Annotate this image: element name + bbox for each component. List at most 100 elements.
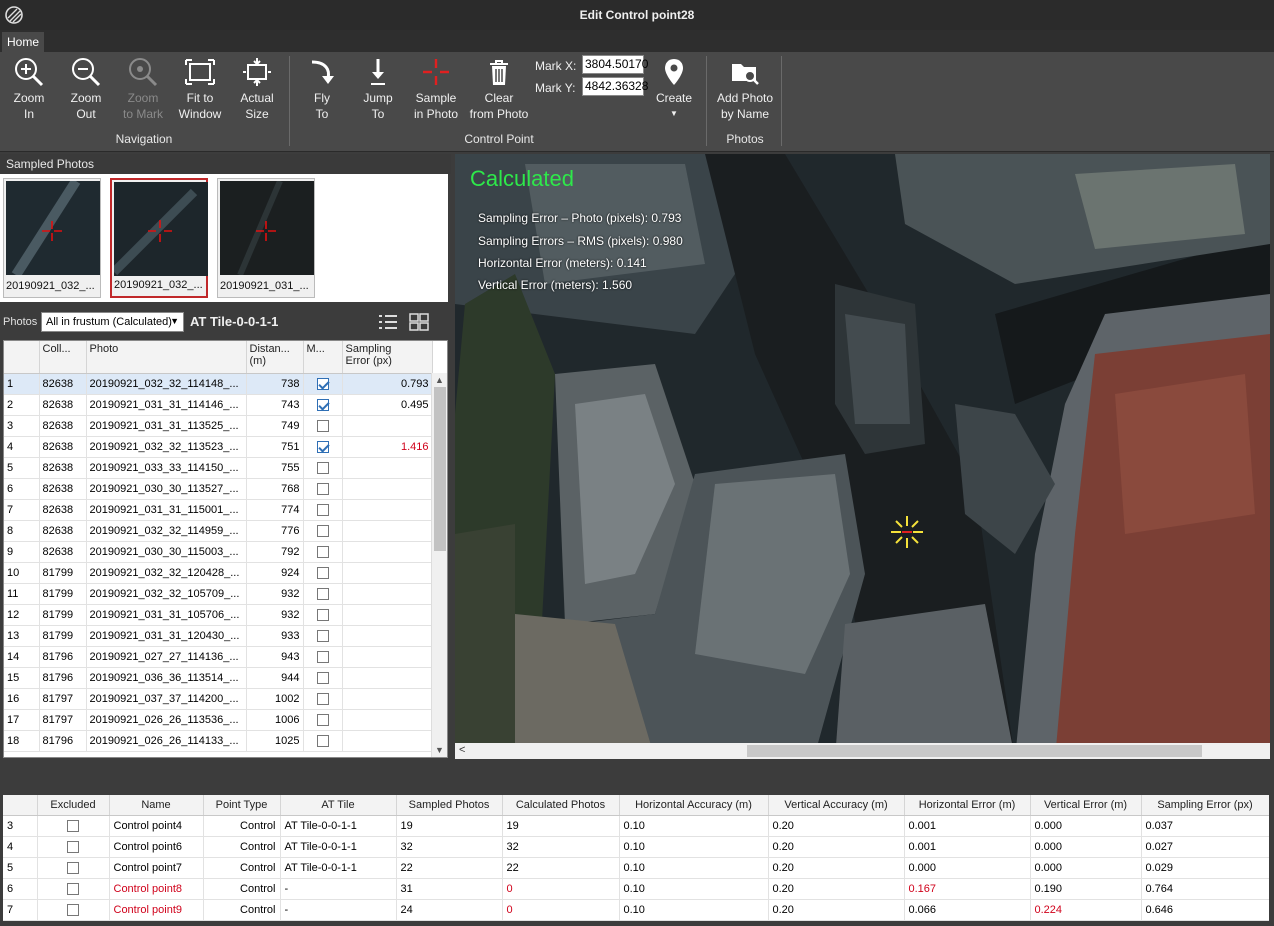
scrollbar-thumb[interactable] bbox=[747, 745, 1202, 757]
table-row[interactable]: 7 Control point9 Control -24 0 0.10 0.20 0.066 0… bbox=[3, 899, 1269, 921]
measured-checkbox[interactable] bbox=[316, 587, 329, 600]
measured-checkbox[interactable] bbox=[316, 566, 329, 579]
column-header-sampled-photos[interactable]: Sampled Photos bbox=[396, 795, 503, 816]
name-cell: Control point8 bbox=[109, 878, 204, 900]
thumbnail-view-icon[interactable] bbox=[408, 312, 430, 332]
table-row[interactable]: 8 82638 20190921_032_32_114959_... 776 bbox=[4, 520, 433, 542]
mark-x-input[interactable]: 3804.50170 bbox=[582, 55, 648, 74]
table-row[interactable]: 1 82638 20190921_032_32_114148_... 738 0.793 bbox=[4, 373, 433, 395]
photo-thumbnail[interactable]: 20190921_032_... bbox=[3, 178, 101, 298]
table-row[interactable]: 17 81797 20190921_026_26_113536_... 1006 bbox=[4, 709, 433, 731]
measured-checkbox[interactable] bbox=[316, 545, 329, 558]
column-header-sampling-error[interactable]: Sampling Error (px) bbox=[1141, 795, 1269, 816]
scroll-left-icon[interactable]: < bbox=[459, 744, 465, 756]
scrollbar-thumb[interactable] bbox=[434, 387, 446, 551]
jump-to-button[interactable]: Jump To bbox=[356, 56, 400, 128]
column-header-excluded[interactable]: Excluded bbox=[37, 795, 110, 816]
measured-checkbox[interactable] bbox=[316, 713, 329, 726]
column-header-vertical-error[interactable]: Vertical Error (m) bbox=[1030, 795, 1142, 816]
zoom-in-button[interactable]: Zoom In bbox=[8, 56, 50, 128]
table-row[interactable]: 18 81796 20190921_026_26_114133_... 1025 bbox=[4, 730, 433, 752]
table-row[interactable]: 16 81797 20190921_037_37_114200_... 1002 bbox=[4, 688, 433, 710]
create-button[interactable]: Create ▼ bbox=[652, 56, 696, 128]
column-header-measured[interactable]: M... bbox=[303, 341, 343, 374]
table-row[interactable]: 14 81796 20190921_027_27_114136_... 943 bbox=[4, 646, 433, 668]
actual-size-button[interactable]: Actual Size bbox=[234, 56, 280, 128]
measured-checkbox[interactable] bbox=[316, 692, 329, 705]
column-header-calculated-photos[interactable]: Calculated Photos bbox=[502, 795, 620, 816]
list-view-icon[interactable] bbox=[377, 312, 399, 332]
measured-cell bbox=[303, 478, 343, 500]
sampling-error-cell bbox=[342, 520, 433, 542]
measured-checkbox[interactable] bbox=[316, 419, 329, 432]
photos-filter-select[interactable]: All in frustum (Calculated) ▼ bbox=[41, 312, 184, 332]
table-row[interactable]: 3 Control point4 Control AT Tile-0-0-1-1 19 1… bbox=[3, 815, 1269, 837]
table-row[interactable]: 9 82638 20190921_030_30_115003_... 792 bbox=[4, 541, 433, 563]
sample-in-photo-button[interactable]: Sample in Photo bbox=[410, 56, 462, 128]
photos-filter-value: All in frustum (Calculated) bbox=[46, 316, 172, 328]
photo-viewer[interactable]: Calculated Sampling Error – Photo (pixel… bbox=[455, 154, 1270, 759]
horizontal-accuracy-cell: 0.10 bbox=[619, 815, 769, 837]
fly-to-button[interactable]: Fly To bbox=[302, 56, 342, 128]
measured-checkbox[interactable] bbox=[316, 503, 329, 516]
column-header-at-tile[interactable]: AT Tile bbox=[280, 795, 397, 816]
table-row[interactable]: 5 82638 20190921_033_33_114150_... 755 bbox=[4, 457, 433, 479]
scroll-down-icon[interactable]: ▼ bbox=[435, 745, 444, 755]
table-row[interactable]: 7 82638 20190921_031_31_115001_... 774 bbox=[4, 499, 433, 521]
table-row[interactable]: 12 81799 20190921_031_31_105706_... 932 bbox=[4, 604, 433, 626]
table-row[interactable]: 6 Control point8 Control -31 0 0.10 0.20 0.167 0… bbox=[3, 878, 1269, 900]
table-row[interactable]: 4 Control point6 Control AT Tile-0-0-1-1 32 3… bbox=[3, 836, 1269, 858]
measured-checkbox[interactable] bbox=[316, 482, 329, 495]
measured-checkbox[interactable] bbox=[316, 671, 329, 684]
column-header-photo[interactable]: Photo bbox=[86, 341, 247, 374]
excluded-checkbox[interactable] bbox=[67, 861, 79, 874]
zoom-to-mark-button[interactable]: Zoom to Mark bbox=[118, 56, 168, 128]
table-row[interactable]: 4 82638 20190921_032_32_113523_... 751 1.416 bbox=[4, 436, 433, 458]
measured-checkbox[interactable] bbox=[316, 440, 329, 453]
photos-vertical-scrollbar[interactable]: ▲ ▼ bbox=[431, 373, 447, 757]
fit-to-window-button[interactable]: Fit to Window bbox=[176, 56, 224, 128]
excluded-checkbox[interactable] bbox=[67, 819, 79, 832]
column-header-horizontal-accuracy[interactable]: Horizontal Accuracy (m) bbox=[619, 795, 769, 816]
measured-checkbox[interactable] bbox=[316, 734, 329, 747]
excluded-checkbox[interactable] bbox=[67, 903, 79, 916]
table-row[interactable]: 6 82638 20190921_030_30_113527_... 768 bbox=[4, 478, 433, 500]
photo-cell: 20190921_030_30_113527_... bbox=[86, 478, 247, 500]
column-header-point-type[interactable]: Point Type bbox=[203, 795, 281, 816]
table-row[interactable]: 15 81796 20190921_036_36_113514_... 944 bbox=[4, 667, 433, 689]
viewer-horizontal-scrollbar[interactable]: < bbox=[455, 743, 1270, 759]
column-header-horizontal-error[interactable]: Horizontal Error (m) bbox=[904, 795, 1031, 816]
measured-checkbox[interactable] bbox=[316, 608, 329, 621]
column-header-name[interactable]: Name bbox=[109, 795, 204, 816]
table-row[interactable]: 2 82638 20190921_031_31_114146_... 743 0.495 bbox=[4, 394, 433, 416]
photo-thumbnail-selected[interactable]: 20190921_032_... bbox=[110, 178, 208, 298]
measured-checkbox[interactable] bbox=[316, 461, 329, 474]
tab-home[interactable]: Home bbox=[2, 32, 44, 52]
column-header-collection[interactable]: Coll... bbox=[39, 341, 87, 374]
measured-checkbox[interactable] bbox=[316, 629, 329, 642]
photo-thumbnail[interactable]: 20190921_031_... bbox=[217, 178, 315, 298]
add-photo-by-name-button[interactable]: Add Photo by Name bbox=[712, 56, 778, 128]
table-row[interactable]: 5 Control point7 Control AT Tile-0-0-1-1 22 2… bbox=[3, 857, 1269, 879]
photo-cell: 20190921_031_31_115001_... bbox=[86, 499, 247, 521]
excluded-checkbox[interactable] bbox=[67, 840, 79, 853]
photo-thumbnail-image bbox=[114, 182, 208, 276]
mark-y-input[interactable]: 4842.36328 bbox=[582, 77, 648, 96]
table-row[interactable]: 3 82638 20190921_031_31_113525_... 749 bbox=[4, 415, 433, 437]
clear-from-photo-button[interactable]: Clear from Photo bbox=[466, 56, 532, 128]
column-header-distance[interactable]: Distan... (m) bbox=[246, 341, 304, 374]
table-row[interactable]: 11 81799 20190921_032_32_105709_... 932 bbox=[4, 583, 433, 605]
measured-checkbox[interactable] bbox=[316, 377, 329, 390]
table-row[interactable]: 13 81799 20190921_031_31_120430_... 933 bbox=[4, 625, 433, 647]
measured-checkbox[interactable] bbox=[316, 524, 329, 537]
measured-checkbox[interactable] bbox=[316, 398, 329, 411]
excluded-checkbox[interactable] bbox=[67, 882, 79, 895]
zoom-out-button[interactable]: Zoom Out bbox=[64, 56, 108, 128]
jump-to-label: Jump To bbox=[363, 91, 393, 121]
scroll-up-icon[interactable]: ▲ bbox=[435, 375, 444, 385]
column-header-sampling-error[interactable]: Sampling Error (px) bbox=[342, 341, 433, 374]
column-header-vertical-accuracy[interactable]: Vertical Accuracy (m) bbox=[768, 795, 905, 816]
row-index: 3 bbox=[4, 415, 40, 437]
measured-checkbox[interactable] bbox=[316, 650, 329, 663]
table-row[interactable]: 10 81799 20190921_032_32_120428_... 924 bbox=[4, 562, 433, 584]
